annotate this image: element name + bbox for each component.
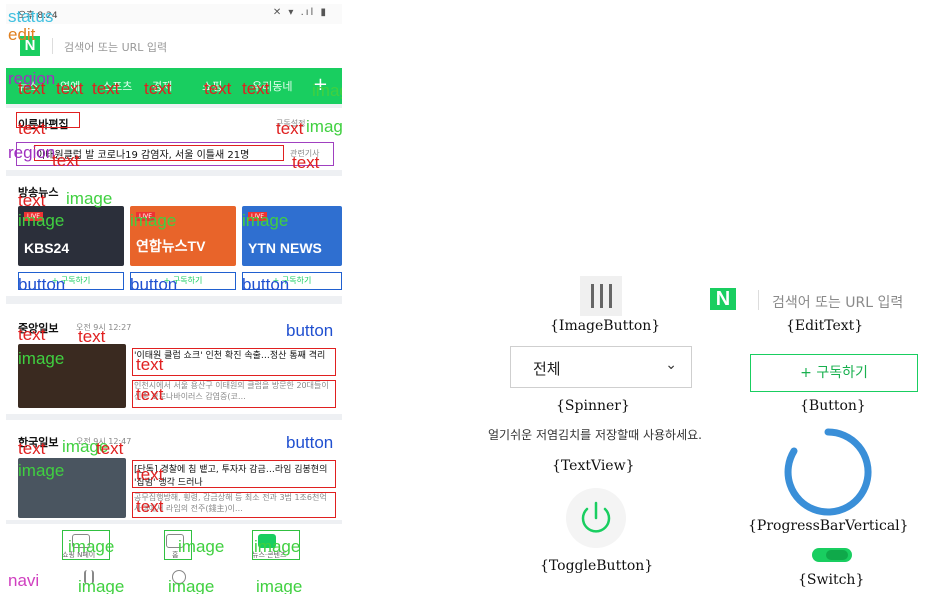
legend-progress-bar: {ProgressBarVertical} [748, 518, 909, 534]
overlay-label-button: button [286, 321, 334, 340]
overlay-label-button: button [242, 275, 290, 294]
overlay-label-text: text [52, 151, 80, 170]
overlay-label-image: image [312, 81, 342, 100]
overlay-label-text: text [18, 439, 46, 458]
overlay-label-text: text [242, 79, 270, 98]
channel-name: YTN NEWS [248, 240, 322, 256]
overlay-label-image: image [68, 537, 115, 556]
news-snippet: 공무집행방해, 횡령, 감금상해 등 최소 전과 3범 1조6천억 사태에서 라… [134, 493, 327, 513]
overlay-label-image: image [130, 211, 177, 230]
naver-logo-icon: N [710, 288, 736, 310]
legend-text-view: {TextView} [552, 458, 635, 474]
menu-bars-icon [600, 284, 603, 308]
text-view-sample: 얼기쉬운 저염김치를 저장할때 사용하세요. [488, 428, 702, 442]
overlay-label-text: text [136, 385, 164, 404]
legend-button: {Button} [800, 398, 866, 414]
overlay-label-text: text [96, 439, 124, 458]
overlay-label-button: button [286, 433, 334, 452]
search-placeholder[interactable]: 검색어 또는 URL 입력 [64, 39, 167, 55]
overlay-label-text: text [136, 497, 164, 516]
overlay-label-image: image [242, 211, 289, 230]
image-button-sample [580, 276, 622, 316]
status-bar: 오후 8:24 ✕ ▾ .ıl ▮ [6, 4, 342, 24]
overlay-label-image: image [18, 211, 65, 230]
divider [758, 290, 759, 310]
overlay-label-image: image [18, 349, 65, 368]
overlay-label-image: image [254, 537, 301, 556]
switch-knob [826, 550, 848, 560]
overlay-label-image: image [66, 189, 113, 208]
overlay-label-button: button [130, 275, 178, 294]
legend-spinner: {Spinner} [556, 398, 630, 414]
overlay-label-image: image [178, 537, 225, 556]
legend-toggle-button: {ToggleButton} [540, 558, 654, 574]
overlay-label-text: text [136, 355, 164, 374]
legend-image-button: {ImageButton} [550, 318, 661, 334]
news-title[interactable]: '이태원 클럽 쇼크' 인천 확진 속출…정산 통째 격리 [134, 348, 334, 361]
overlay-label-region: region [8, 143, 56, 162]
overlay-label-image: image [18, 461, 65, 480]
legend-switch: {Switch} [798, 572, 865, 588]
overlay-label-button: button [18, 275, 66, 294]
overlay-label-text: text [18, 79, 46, 98]
overlay-label-image: image [306, 117, 342, 136]
spinner-sample: 전체 ⌄ [510, 346, 692, 388]
overlay-label-text: text [92, 79, 120, 98]
toggle-button-sample [566, 488, 626, 548]
overlay-label-navi: navi [8, 571, 40, 590]
overlay-label-text: text [18, 191, 46, 210]
divider [52, 38, 53, 54]
overlay-label-text: text [204, 79, 232, 98]
overlay-label-text: text [78, 327, 106, 346]
channel-name: KBS24 [24, 240, 70, 256]
overlay-label-text: text [144, 79, 172, 98]
progress-spinner-icon [784, 428, 872, 516]
spinner-value: 전체 [533, 360, 561, 378]
overlay-label-image: image [256, 577, 303, 594]
overlay-label-edit: edit [8, 25, 36, 44]
search-bar[interactable]: N 검색어 또는 URL 입력 [6, 24, 342, 68]
edit-text-sample: 검색어 또는 URL 입력 [772, 295, 904, 311]
button-sample: + 구독하기 [750, 354, 918, 392]
overlay-label-image: image [168, 577, 215, 594]
annotated-screenshot: 오후 8:24 ✕ ▾ .ıl ▮ N 검색어 또는 URL 입력 뉴스 연예 … [6, 4, 342, 594]
power-icon [581, 501, 611, 533]
news-snippet: 인천시에서 서울 용산구 이태원의 클럽을 방문한 20대들이 신종 코로나바이… [134, 381, 329, 401]
legend-edit-text: {EditText} [786, 318, 864, 334]
overlay-label-text: text [56, 79, 84, 98]
news-title[interactable]: [단독] 경찰에 침 뱉고, 투자자 감금…라임 김봉현의 '잡범' 행각 드러… [134, 462, 334, 488]
overlay-label-status: status [8, 7, 54, 26]
channel-name: 연합뉴스TV [136, 238, 206, 254]
menu-bars-icon [609, 284, 612, 308]
overlay-label-text: text [18, 325, 46, 344]
status-icons: ✕ ▾ .ıl ▮ [272, 7, 328, 18]
overlay-label-text: text [292, 153, 320, 172]
overlay-label-text: text [18, 119, 46, 138]
overlay-label-image: image [78, 577, 125, 594]
menu-bars-icon [591, 284, 594, 308]
chevron-down-icon: ⌄ [665, 357, 677, 373]
overlay-label-text: text [136, 465, 164, 484]
overlay-label-text: text [276, 119, 304, 138]
